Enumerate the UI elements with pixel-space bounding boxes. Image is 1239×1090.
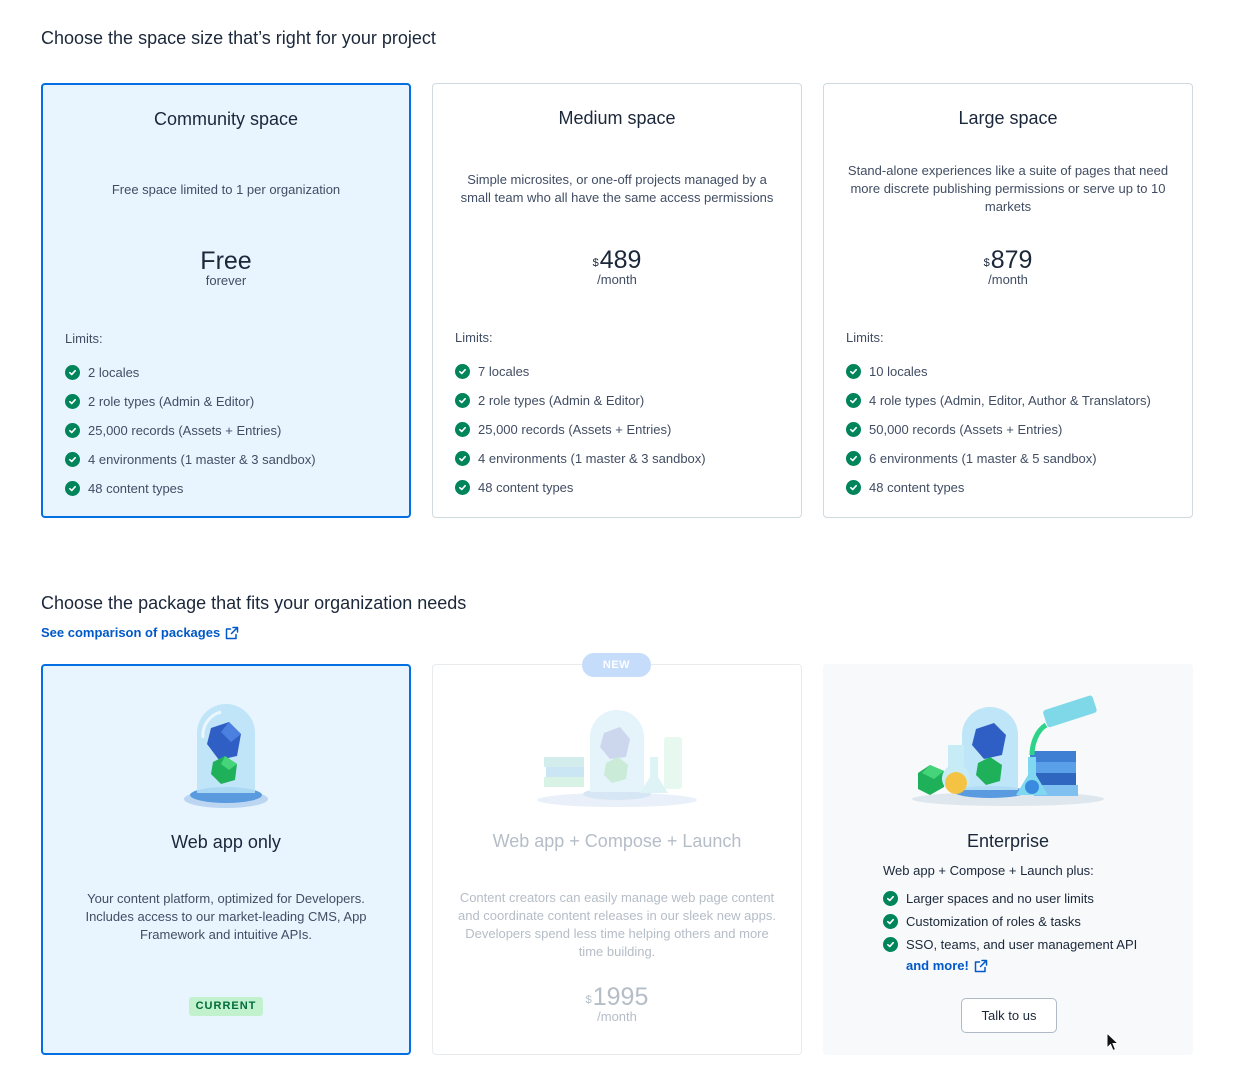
limit-item: 2 locales bbox=[65, 358, 316, 387]
price-amount: 489 bbox=[599, 246, 642, 274]
check-circle-icon bbox=[455, 451, 470, 466]
current-badge: CURRENT bbox=[189, 997, 263, 1016]
check-circle-icon bbox=[846, 480, 861, 495]
new-badge: NEW bbox=[582, 653, 651, 677]
plan-price: $879 /month bbox=[824, 246, 1192, 287]
package-title: Web app only bbox=[171, 832, 281, 852]
limit-item: 25,000 records (Assets + Entries) bbox=[455, 415, 706, 444]
limit-item: 2 role types (Admin & Editor) bbox=[455, 386, 706, 415]
limits-label: Limits: bbox=[65, 331, 103, 346]
plan-description: Free space limited to 1 per organization bbox=[111, 182, 341, 197]
price-amount: 1995 bbox=[592, 983, 649, 1011]
limit-item: 10 locales bbox=[846, 357, 1151, 386]
check-circle-icon bbox=[883, 937, 898, 952]
package-card-web-app[interactable]: Web app only Your content platform, opti… bbox=[41, 664, 411, 1055]
lab-illustration bbox=[433, 697, 801, 812]
limit-item: 7 locales bbox=[455, 357, 706, 386]
package-price: $1995 /month bbox=[433, 983, 801, 1024]
limit-item: 50,000 records (Assets + Entries) bbox=[846, 415, 1151, 444]
check-circle-icon bbox=[65, 394, 80, 409]
bell-jar-illustration bbox=[43, 698, 409, 813]
plan-card-community[interactable]: Community space Free space limited to 1 … bbox=[41, 83, 411, 518]
check-circle-icon bbox=[65, 481, 80, 496]
package-card-enterprise[interactable]: Enterprise Web app + Compose + Launch pl… bbox=[823, 664, 1193, 1055]
check-circle-icon bbox=[65, 423, 80, 438]
currency-symbol: $ bbox=[585, 994, 592, 1006]
limit-item: 4 environments (1 master & 3 sandbox) bbox=[65, 445, 316, 474]
external-link-icon bbox=[225, 626, 239, 639]
currency-symbol: $ bbox=[592, 257, 599, 269]
check-circle-icon bbox=[455, 364, 470, 379]
limit-item: 2 role types (Admin & Editor) bbox=[65, 387, 316, 416]
limit-item: 4 environments (1 master & 3 sandbox) bbox=[455, 444, 706, 473]
limits-list: 7 locales 2 role types (Admin & Editor) … bbox=[455, 357, 706, 502]
enterprise-features: Larger spaces and no user limits Customi… bbox=[883, 887, 1137, 956]
and-more-link[interactable]: and more! bbox=[906, 958, 988, 973]
plan-title: Large space bbox=[958, 108, 1058, 128]
plan-description: Simple microsites, or one-off projects m… bbox=[460, 172, 774, 205]
enterprise-lab-illustration bbox=[824, 695, 1192, 810]
package-title: Enterprise bbox=[966, 831, 1050, 851]
check-circle-icon bbox=[846, 393, 861, 408]
external-link-icon bbox=[974, 959, 988, 972]
check-circle-icon bbox=[455, 480, 470, 495]
limit-item: 4 role types (Admin, Editor, Author & Tr… bbox=[846, 386, 1151, 415]
plan-title: Community space bbox=[153, 109, 299, 129]
check-circle-icon bbox=[846, 364, 861, 379]
feature-item: Larger spaces and no user limits bbox=[883, 887, 1137, 910]
check-circle-icon bbox=[883, 914, 898, 929]
and-more-label: and more! bbox=[906, 958, 969, 973]
feature-item: Customization of roles & tasks bbox=[883, 910, 1137, 933]
plan-title: Medium space bbox=[558, 108, 676, 128]
package-title: Web app + Compose + Launch bbox=[492, 831, 742, 851]
enterprise-intro: Web app + Compose + Launch plus: bbox=[883, 863, 1094, 878]
price-period: /month bbox=[988, 272, 1028, 287]
plan-description: Stand-alone experiences like a suite of … bbox=[847, 163, 1169, 214]
price-amount: Free bbox=[200, 247, 252, 275]
limit-item: 48 content types bbox=[455, 473, 706, 502]
limits-label: Limits: bbox=[455, 330, 493, 345]
price-period: /month bbox=[597, 272, 637, 287]
limit-item: 48 content types bbox=[65, 474, 316, 503]
check-circle-icon bbox=[65, 452, 80, 467]
limit-item: 25,000 records (Assets + Entries) bbox=[65, 416, 316, 445]
space-section-title: Choose the space size that’s right for y… bbox=[41, 28, 436, 48]
check-circle-icon bbox=[65, 365, 80, 380]
check-circle-icon bbox=[846, 451, 861, 466]
check-circle-icon bbox=[455, 422, 470, 437]
mouse-cursor-icon bbox=[1106, 1032, 1120, 1052]
limits-list: 10 locales 4 role types (Admin, Editor, … bbox=[846, 357, 1151, 502]
plan-card-medium[interactable]: Medium space Simple microsites, or one-o… bbox=[432, 83, 802, 518]
package-description: Your content platform, optimized for Dev… bbox=[85, 891, 367, 942]
limits-list: 2 locales 2 role types (Admin & Editor) … bbox=[65, 358, 316, 503]
currency-symbol: $ bbox=[983, 257, 990, 269]
limit-item: 48 content types bbox=[846, 473, 1151, 502]
plan-price: $489 /month bbox=[433, 246, 801, 287]
limits-label: Limits: bbox=[846, 330, 884, 345]
price-period: forever bbox=[205, 273, 247, 288]
feature-item: SSO, teams, and user management API bbox=[883, 933, 1137, 956]
compare-packages-link[interactable]: See comparison of packages bbox=[41, 625, 239, 640]
check-circle-icon bbox=[455, 393, 470, 408]
talk-to-us-button[interactable]: Talk to us bbox=[961, 998, 1057, 1033]
limit-item: 6 environments (1 master & 5 sandbox) bbox=[846, 444, 1151, 473]
package-card-compose-launch[interactable]: Web app + Compose + Launch Content creat… bbox=[432, 664, 802, 1055]
package-section-title: Choose the package that fits your organi… bbox=[41, 593, 467, 613]
package-description: Content creators can easily manage web p… bbox=[458, 890, 776, 959]
compare-link-label: See comparison of packages bbox=[41, 625, 221, 640]
price-period: /month bbox=[597, 1009, 637, 1024]
plan-card-large[interactable]: Large space Stand-alone experiences like… bbox=[823, 83, 1193, 518]
price-amount: 879 bbox=[990, 246, 1033, 274]
plan-price: Free forever bbox=[43, 247, 409, 288]
check-circle-icon bbox=[846, 422, 861, 437]
check-circle-icon bbox=[883, 891, 898, 906]
